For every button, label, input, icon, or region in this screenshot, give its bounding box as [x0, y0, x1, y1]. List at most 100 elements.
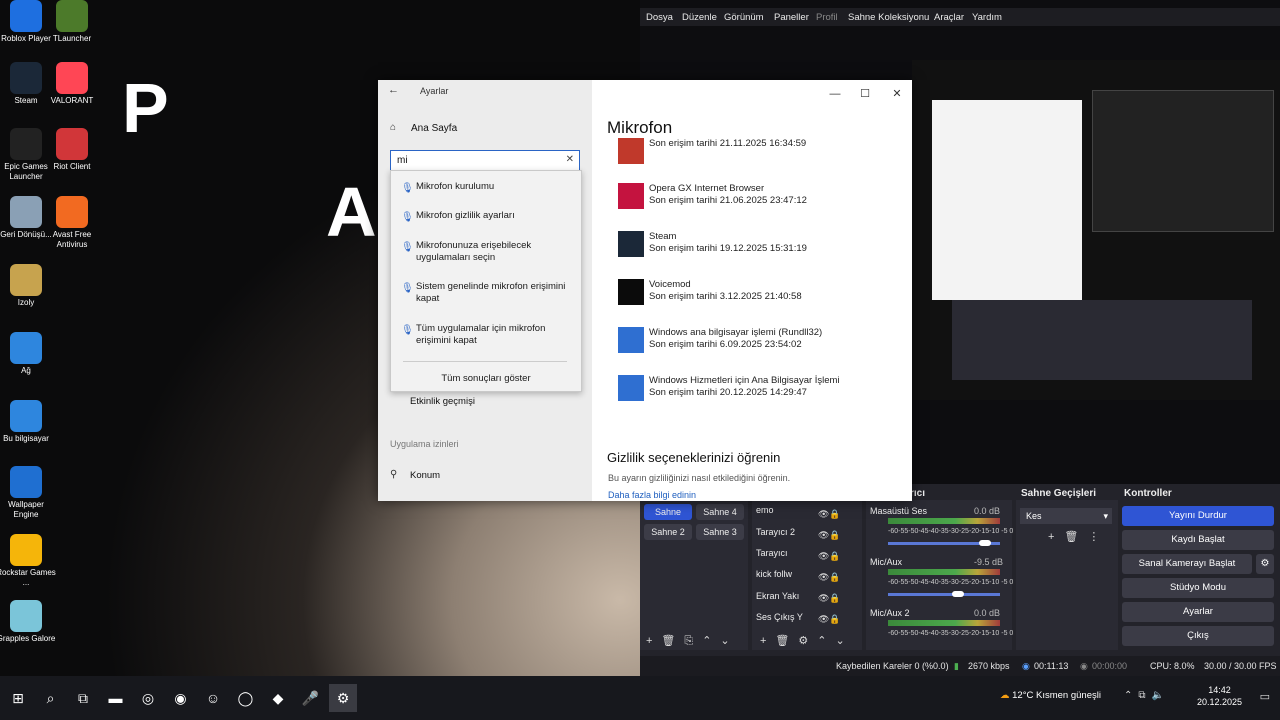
transition-toolbar[interactable]: +🗑⋮ — [1048, 530, 1109, 543]
windows-start-icon[interactable]: ⊞ — [4, 684, 32, 712]
desktop-icon-label: Riot Client — [53, 162, 91, 171]
clear-icon[interactable]: ✕ — [566, 154, 574, 165]
valorant-icon — [56, 62, 88, 94]
volume-knob[interactable] — [952, 591, 964, 597]
microphone-icon: 🎙 — [401, 212, 414, 223]
notification-icon[interactable]: ▭ — [1260, 690, 1270, 703]
studio-mode-button[interactable]: Stüdyo Modu — [1122, 578, 1274, 598]
meter-ticks: -60-55-50-45-40-35-30-25-20-15-10 -5 0 — [888, 630, 1014, 637]
steam-icon[interactable]: ◉ — [167, 684, 195, 712]
voicemod-icon — [618, 279, 644, 305]
home-link[interactable]: Ana Sayfa — [411, 123, 457, 134]
app-entry: Steam Son erişim tarihi 19.12.2025 15:31:… — [618, 231, 888, 267]
sources-toolbar[interactable]: +🗑⚙⌃⌄ — [760, 634, 854, 647]
stop-streaming-button[interactable]: Yayını Durdur — [1122, 506, 1274, 526]
obs-menu-bar: Dosya Düzenle Görünüm Paneller Profil Sa… — [640, 8, 1280, 26]
maximize-icon[interactable]: ☐ — [850, 84, 880, 104]
desktop-icon[interactable]: Ağ — [0, 332, 56, 376]
scenes-toolbar[interactable]: +🗑⎘⌃⌄ — [646, 634, 739, 648]
meter-ticks: -60-55-50-45-40-35-30-25-20-15-10 -5 0 — [888, 579, 1014, 586]
menu-edit[interactable]: Düzenle — [682, 12, 717, 23]
mixer-channel-name: Mic/Aux 2 — [870, 608, 910, 618]
desktop-icon[interactable]: Bu bilgisayar — [0, 400, 56, 444]
volume-knob[interactable] — [979, 540, 991, 546]
mixer-channel-db: 0.0 dB — [974, 506, 1001, 516]
gear-icon[interactable]: ⚙ — [1256, 554, 1274, 574]
app-last-access: Son erişim tarihi 21.06.2025 23:47:12 — [649, 195, 807, 206]
chrome-icon[interactable]: ◎ — [134, 684, 162, 712]
microphone-icon: 🎙 — [401, 242, 414, 253]
show-all-results[interactable]: Tüm sonuçları göster — [391, 373, 581, 384]
mixer-channel-db: -9.5 dB — [974, 557, 1004, 567]
desktop-icon[interactable]: Rockstar Games ... — [0, 534, 56, 588]
menu-docks[interactable]: Paneller — [774, 12, 809, 23]
search-value: mi — [397, 155, 408, 166]
task-view-icon[interactable]: ⧉ — [69, 684, 97, 712]
chevron-down-icon: ▾ — [1103, 511, 1108, 521]
transition-select[interactable]: Kes ▾ — [1020, 508, 1112, 524]
app-last-access: Son erişim tarihi 19.12.2025 15:31:19 — [649, 243, 807, 254]
microphone-icon[interactable]: 🎤 — [297, 684, 325, 712]
network-icon — [10, 332, 42, 364]
search-icon[interactable]: ⌕ — [37, 684, 65, 712]
riot-icon — [56, 128, 88, 160]
scene-button[interactable]: Sahne 2 — [644, 524, 692, 540]
scene-button[interactable]: Sahne — [644, 504, 692, 520]
weather-text: 12°C Kısmen güneşli — [1012, 690, 1101, 701]
menu-help[interactable]: Yardım — [972, 12, 1002, 23]
menu-tools[interactable]: Araçlar — [934, 12, 964, 23]
app-entry: Opera GX Internet Browser Son erişim tari… — [618, 183, 888, 219]
scene-button[interactable]: Sahne 4 — [696, 504, 744, 520]
discord-icon[interactable]: ☺ — [199, 684, 227, 712]
mixer-channel-db: 0.0 dB — [974, 608, 1001, 618]
weather-widget[interactable]: ☁ 12°C Kısmen güneşli — [1000, 690, 1101, 701]
exit-button[interactable]: Çıkış — [1122, 626, 1274, 646]
privacy-link[interactable]: Daha fazla bilgi edinin — [608, 490, 696, 500]
clock[interactable]: 14:42 20.12.2025 — [1197, 684, 1242, 708]
menu-profile[interactable]: Profil — [816, 12, 838, 23]
taskbar: ⊞ ⌕ ⧉ ▬ ◎ ◉ ☺ ◯ ◆ 🎤 ⚙ ☁ 12°C Kısmen güneşli ⌃⧉🔈 14… — [0, 676, 1280, 720]
tray-icons[interactable]: ⌃⧉🔈 — [1124, 690, 1170, 701]
settings-icon[interactable]: ⚙ — [329, 684, 357, 712]
desktop-icon[interactable]: TLauncher — [42, 0, 102, 44]
app-name: Steam — [649, 231, 677, 242]
volume-slider[interactable] — [888, 591, 1000, 597]
settings-button[interactable]: Ayarlar — [1122, 602, 1274, 622]
recycle-bin-icon — [10, 196, 42, 228]
minecraft-icon — [56, 0, 88, 32]
start-recording-button[interactable]: Kaydı Başlat — [1122, 530, 1274, 550]
menu-file[interactable]: Dosya — [646, 12, 673, 23]
opera-gx-icon[interactable]: ◯ — [232, 684, 260, 712]
steam-icon — [618, 231, 644, 257]
close-icon[interactable]: ✕ — [882, 84, 912, 104]
nav-location[interactable]: Konum — [410, 470, 440, 481]
menu-view[interactable]: Görünüm — [724, 12, 764, 23]
scenes-panel: Sahne Sahne 4 Sahne 2 Sahne 3 +🗑⎘⌃⌄ — [640, 500, 748, 650]
start-virtual-camera-button[interactable]: Sanal Kamerayı Başlat — [1122, 554, 1252, 574]
file-explorer-icon[interactable]: ▬ — [102, 684, 130, 712]
app-last-access: Son erişim tarihi 20.12.2025 14:29:47 — [649, 387, 807, 398]
volume-meter — [888, 620, 1000, 626]
scene-button[interactable]: Sahne 3 — [696, 524, 744, 540]
eye-lock-icons[interactable]: 👁🔒 👁🔒 👁🔒 👁🔒 👁🔒 👁🔒 — [818, 504, 841, 630]
date: 20.12.2025 — [1196, 697, 1242, 707]
desktop-icon[interactable]: Avast Free Antivirus — [42, 196, 102, 250]
desktop-icon[interactable]: Riot Client — [42, 128, 102, 172]
preview-nested-settings — [932, 100, 1082, 300]
menu-scene-collection[interactable]: Sahne Koleksiyonu — [848, 12, 929, 23]
desktop-icon[interactable]: Grapples Galore — [0, 600, 56, 644]
desktop-icon[interactable]: VALORANT — [42, 62, 102, 106]
grapples-icon — [10, 600, 42, 632]
minimize-icon[interactable]: — — [820, 84, 850, 104]
desktop-icon[interactable]: Wallpaper Engine — [0, 466, 56, 520]
volume-slider[interactable] — [888, 540, 1000, 546]
preview-nested-obs — [952, 300, 1252, 380]
back-arrow-icon[interactable]: ← — [388, 84, 399, 96]
app-name: Windows ana bilgisayar işlemi (Rundll32) — [649, 327, 823, 338]
desktop-icon[interactable]: Izoly — [0, 264, 56, 308]
volume-meter — [888, 569, 1000, 575]
roblox-icon[interactable]: ◆ — [264, 684, 292, 712]
obs-preview-canvas[interactable] — [912, 60, 1280, 400]
nav-activity-history[interactable]: Etkinlik geçmişi — [410, 396, 475, 407]
settings-search-input[interactable]: mi ✕ — [390, 150, 580, 172]
